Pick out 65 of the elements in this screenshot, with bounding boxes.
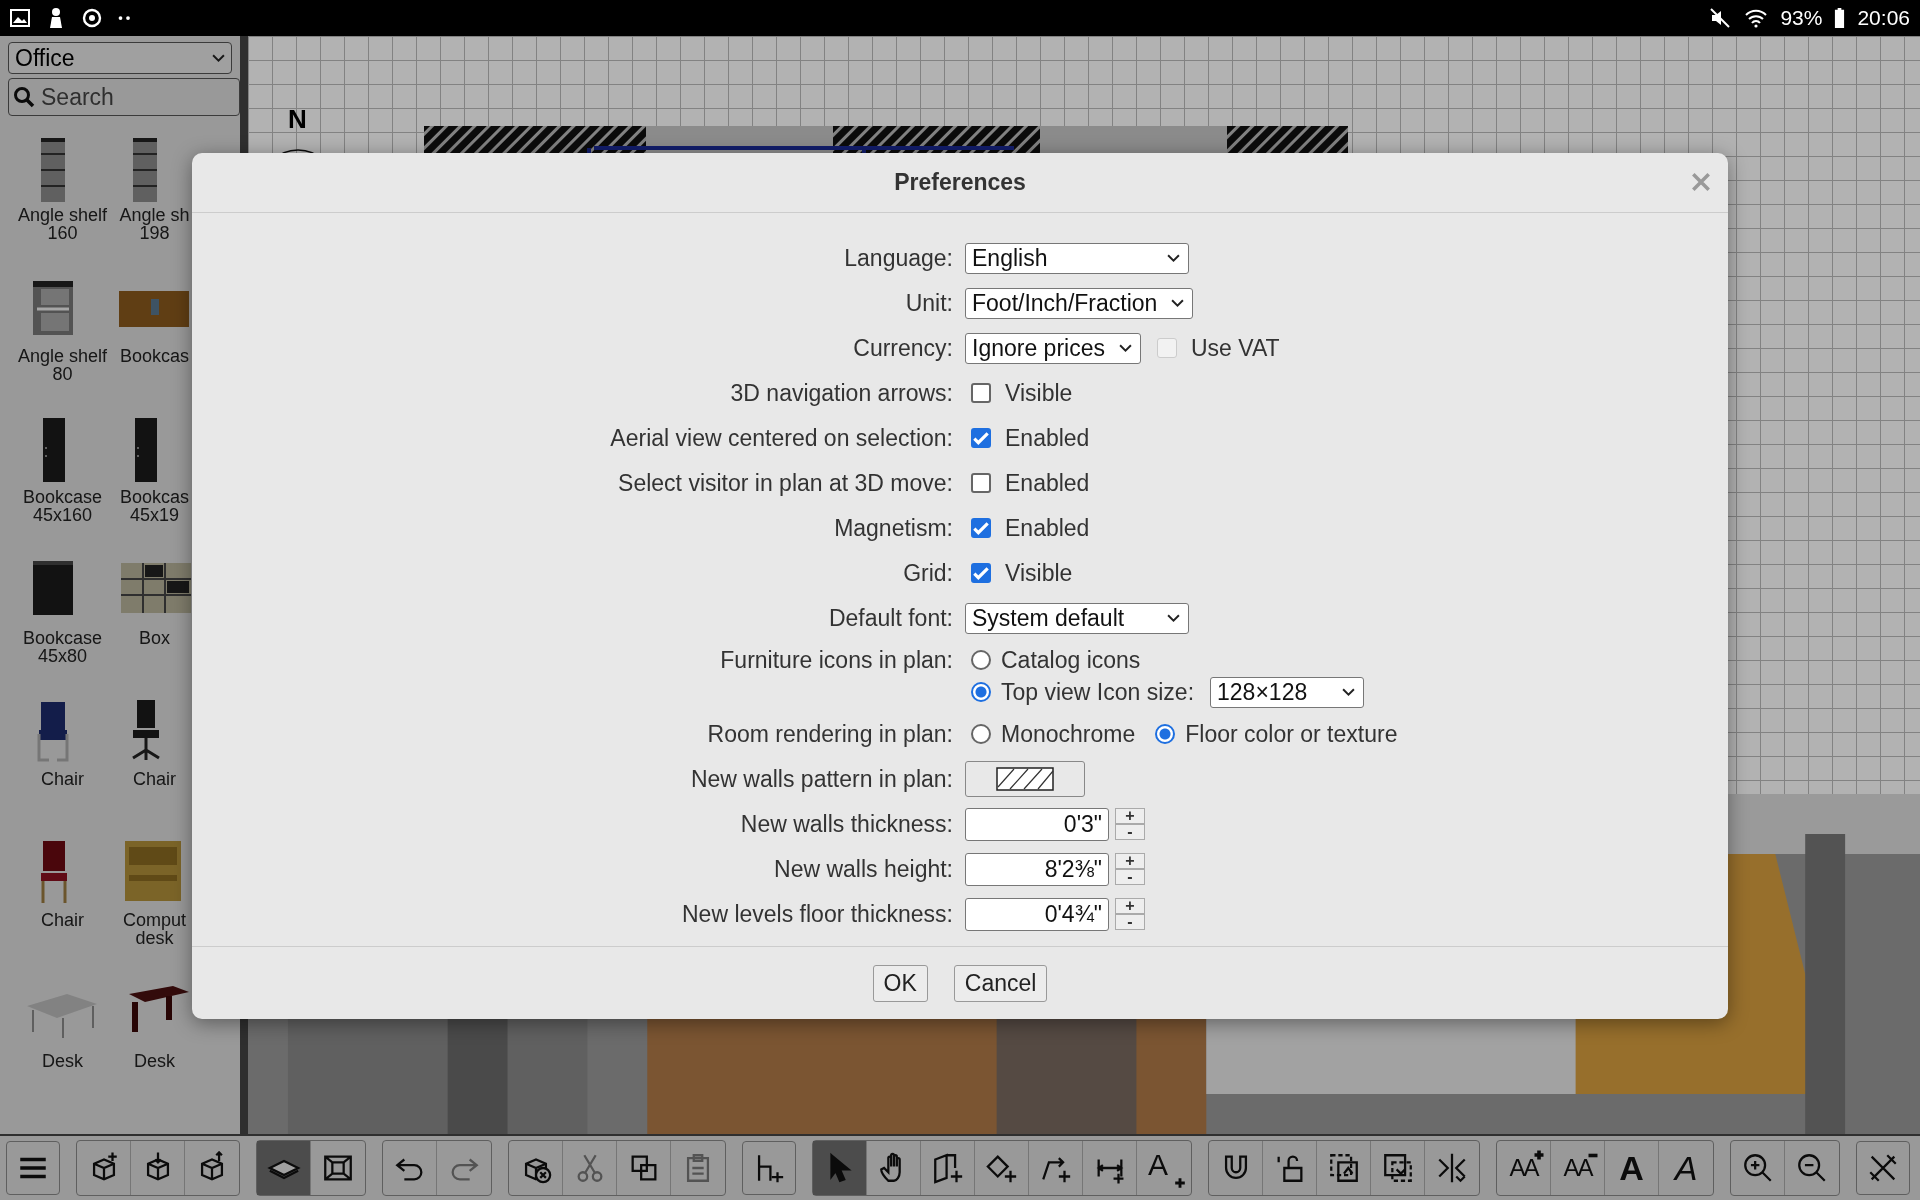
increment-button[interactable]: + xyxy=(1115,808,1145,824)
dialog-button[interactable]: OK xyxy=(872,964,928,1002)
checkbox-label: Visible xyxy=(1005,379,1073,407)
field-label: New walls height: xyxy=(773,855,953,884)
toolbar-button[interactable]: AA xyxy=(1497,1141,1551,1195)
dropdown[interactable]: English xyxy=(965,242,1189,274)
checkbox-label: Enabled xyxy=(1005,469,1090,497)
dialog-button[interactable]: Cancel xyxy=(953,964,1048,1002)
number-field[interactable]: 0'3" xyxy=(965,807,1109,841)
dropdown[interactable]: Foot/Inch/Fraction xyxy=(965,287,1194,319)
number-field[interactable]: 8'2⅜" xyxy=(965,852,1109,886)
item-label: Angle shelf 80 xyxy=(17,347,108,383)
dialog-title: Preferences xyxy=(894,169,1026,196)
item-label: Desk xyxy=(134,1052,175,1070)
toolbar-button[interactable]: A xyxy=(1137,1141,1191,1195)
decrement-button[interactable]: - xyxy=(1115,824,1145,840)
radio-label: Top view Icon size: xyxy=(1001,678,1195,706)
toolbar-button[interactable]: AA xyxy=(1551,1141,1605,1195)
dropdown[interactable]: System default xyxy=(965,602,1189,634)
item-label: Box xyxy=(139,629,170,647)
clock: 20:06 xyxy=(1857,6,1910,30)
field-label: New walls pattern in plan: xyxy=(689,765,953,794)
number-field[interactable]: 0'4¾" xyxy=(965,897,1109,931)
item-label: Angle shelf 160 xyxy=(17,206,108,242)
item-label: Bookcase 45x80 xyxy=(22,629,103,665)
decrement-button[interactable]: - xyxy=(1115,869,1145,885)
checkbox-label: Enabled xyxy=(1005,514,1090,542)
radio-label: Floor color or texture xyxy=(1185,720,1398,748)
field-label: New levels floor thickness: xyxy=(681,900,953,929)
compass-label: N xyxy=(288,104,307,135)
field-label: Default font: xyxy=(827,604,953,633)
item-label: Chair xyxy=(41,770,84,788)
field-label: Currency: xyxy=(852,334,953,363)
increment-button[interactable]: + xyxy=(1115,853,1145,869)
item-label: Desk xyxy=(42,1052,83,1070)
field-label: Select visitor in plan at 3D move: xyxy=(617,469,953,498)
checkbox-label: Enabled xyxy=(1005,424,1090,452)
field-label: Furniture icons in plan: xyxy=(719,646,953,675)
field-label: New walls thickness: xyxy=(739,810,953,839)
checkbox-label: Use VAT xyxy=(1190,334,1280,362)
category-dropdown[interactable]: Office xyxy=(8,42,232,74)
item-label: Chair xyxy=(41,911,84,929)
item-label: Bookcase 45x160 xyxy=(22,488,103,524)
radio-label: Catalog icons xyxy=(1001,646,1141,674)
checkbox-label: Visible xyxy=(1005,559,1073,587)
field-label: Aerial view centered on selection: xyxy=(609,424,953,453)
field-label: Grid: xyxy=(902,559,953,588)
field-label: 3D navigation arrows: xyxy=(729,379,953,408)
item-label: Angle sh 198 xyxy=(119,206,190,242)
item-label: Comput desk xyxy=(123,911,186,947)
radio-label: Monochrome xyxy=(1001,720,1136,748)
toolbar-button[interactable]: A xyxy=(1605,1141,1659,1195)
battery-percent: 93% xyxy=(1780,6,1823,30)
field-label: Room rendering in plan: xyxy=(706,720,953,749)
field-label: Unit: xyxy=(904,289,953,318)
toolbar-button[interactable]: A xyxy=(1659,1141,1713,1195)
field-label: Language: xyxy=(843,244,953,273)
item-label: Bookcas 45x19 xyxy=(119,488,189,524)
dropdown[interactable]: 128×128 xyxy=(1210,676,1365,708)
increment-button[interactable]: + xyxy=(1115,898,1145,914)
item-label: Bookcas xyxy=(119,347,189,365)
item-label: Chair xyxy=(133,770,176,788)
search-field[interactable]: Search xyxy=(8,78,240,116)
decrement-button[interactable]: - xyxy=(1115,914,1145,930)
field-label: Magnetism: xyxy=(833,514,953,543)
